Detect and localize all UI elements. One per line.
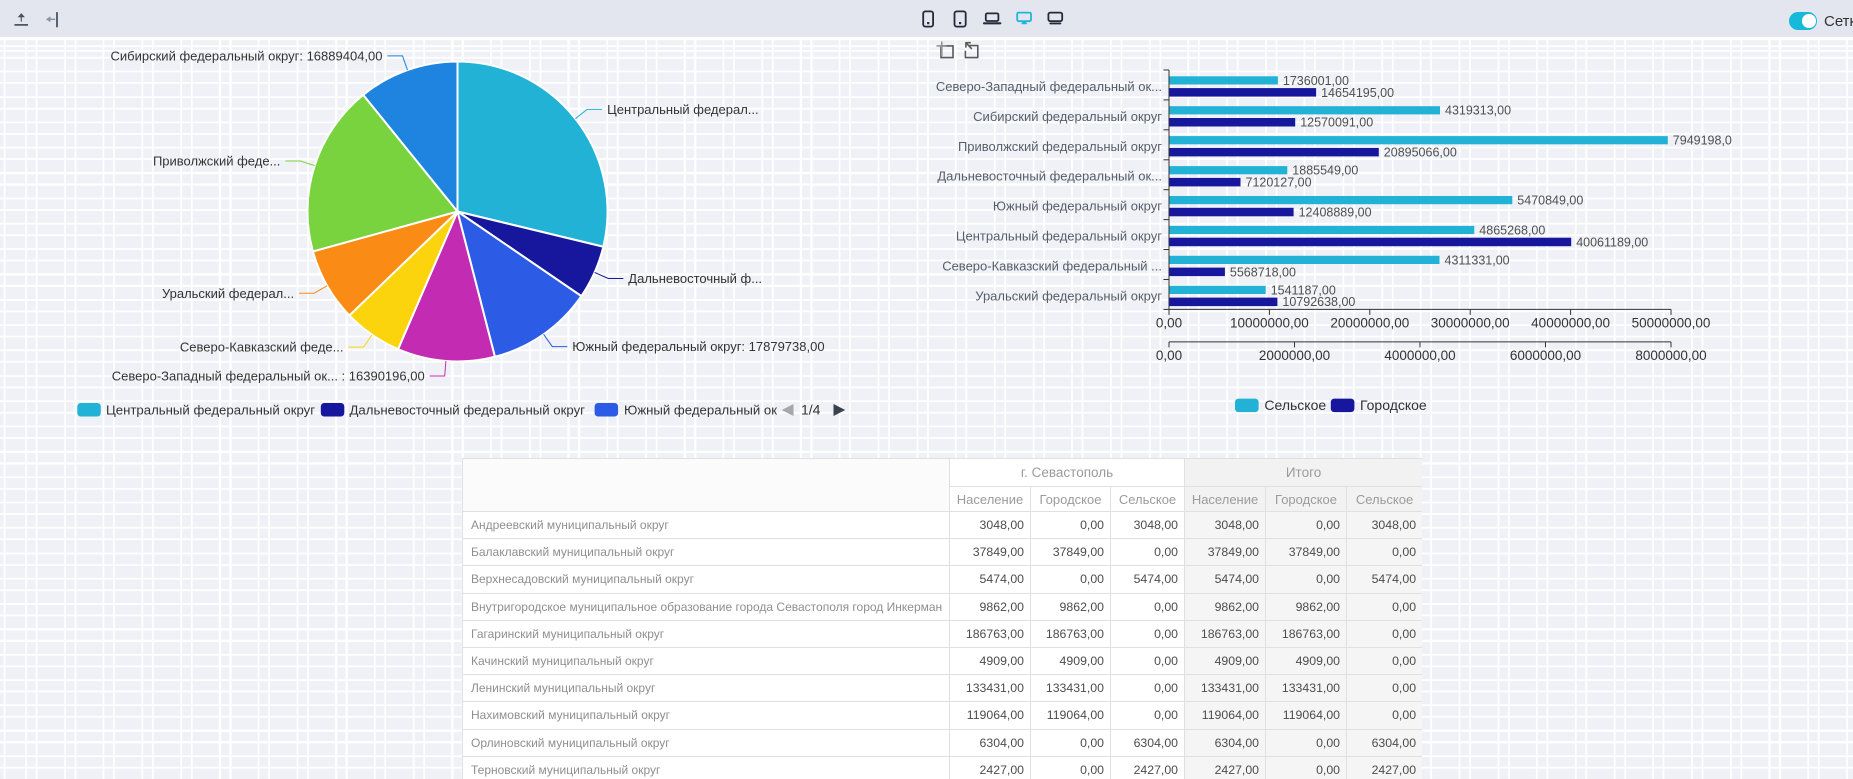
svg-text:Приволжский феде...: Приволжский феде... xyxy=(153,154,280,169)
svg-text:10000000,00: 10000000,00 xyxy=(1230,315,1309,330)
svg-text:7120127,00: 7120127,00 xyxy=(1246,176,1312,190)
svg-text:Центральный федеральный округ: Центральный федеральный округ xyxy=(106,403,315,418)
svg-text:50000000,00: 50000000,00 xyxy=(1632,315,1711,330)
svg-text:4000000,00: 4000000,00 xyxy=(1384,348,1455,363)
svg-text:10792638,00: 10792638,00 xyxy=(1282,295,1355,309)
svg-text:30000000,00: 30000000,00 xyxy=(1431,315,1510,330)
svg-text:Уральский федерал...: Уральский федерал... xyxy=(162,286,294,301)
svg-text:Южный федеральный округ: Южный федеральный округ xyxy=(993,199,1162,214)
svg-text:12570091,00: 12570091,00 xyxy=(1300,116,1373,130)
svg-text:0,00: 0,00 xyxy=(1156,315,1182,330)
svg-text:Сельское: Сельское xyxy=(1264,397,1326,413)
svg-text:Дальневосточный федеральный ок: Дальневосточный федеральный ок... xyxy=(937,169,1162,184)
svg-text:Центральный федерал...: Центральный федерал... xyxy=(607,102,759,117)
svg-text:4311331,00: 4311331,00 xyxy=(1445,253,1510,267)
svg-text:20000000,00: 20000000,00 xyxy=(1330,315,1409,330)
svg-text:Приволжский федеральный округ: Приволжский федеральный округ xyxy=(958,139,1162,154)
svg-text:5470849,00: 5470849,00 xyxy=(1517,194,1583,208)
svg-text:Сибирский федеральный округ: 1: Сибирский федеральный округ: 16889404,00 xyxy=(111,49,383,64)
svg-text:Южный федеральный ок: Южный федеральный ок xyxy=(624,403,777,418)
svg-text:14654195,00: 14654195,00 xyxy=(1321,86,1394,100)
svg-text:0,00: 0,00 xyxy=(1156,348,1182,363)
svg-text:6000000,00: 6000000,00 xyxy=(1510,348,1581,363)
svg-text:Дальневосточный федеральный ок: Дальневосточный федеральный округ xyxy=(350,403,586,418)
svg-text:8000000,00: 8000000,00 xyxy=(1635,348,1706,363)
svg-text:7949198,0: 7949198,0 xyxy=(1673,134,1732,148)
svg-text:12408889,00: 12408889,00 xyxy=(1299,205,1372,219)
svg-text:40000000,00: 40000000,00 xyxy=(1531,315,1610,330)
svg-text:Уральский федеральный округ: Уральский федеральный округ xyxy=(975,288,1162,303)
svg-text:2000000,00: 2000000,00 xyxy=(1259,348,1330,363)
svg-text:1/4: 1/4 xyxy=(801,402,821,418)
svg-text:Южный федеральный округ: 17879: Южный федеральный округ: 17879738,00 xyxy=(572,339,824,354)
svg-text:5568718,00: 5568718,00 xyxy=(1230,265,1296,279)
svg-text:Городское: Городское xyxy=(1360,397,1427,413)
svg-text:4865268,00: 4865268,00 xyxy=(1479,223,1545,237)
svg-text:Центральный федеральный округ: Центральный федеральный округ xyxy=(956,229,1162,244)
svg-text:Дальневосточный ф...: Дальневосточный ф... xyxy=(628,271,762,286)
svg-text:40061189,00: 40061189,00 xyxy=(1576,235,1648,249)
svg-text:Северо-Кавказский феде...: Северо-Кавказский феде... xyxy=(180,340,344,355)
svg-text:Сибирский федеральный округ: Сибирский федеральный округ xyxy=(973,109,1162,124)
svg-text:4319313,00: 4319313,00 xyxy=(1445,104,1511,118)
svg-text:20895066,00: 20895066,00 xyxy=(1384,146,1457,160)
svg-text:Северо-Западный федеральный ок: Северо-Западный федеральный ок... xyxy=(936,79,1162,94)
svg-text:Северо-Кавказский федеральный: Северо-Кавказский федеральный ... xyxy=(942,259,1162,274)
svg-text:Северо-Западный федеральный ок: Северо-Западный федеральный ок... : 1639… xyxy=(112,369,425,384)
